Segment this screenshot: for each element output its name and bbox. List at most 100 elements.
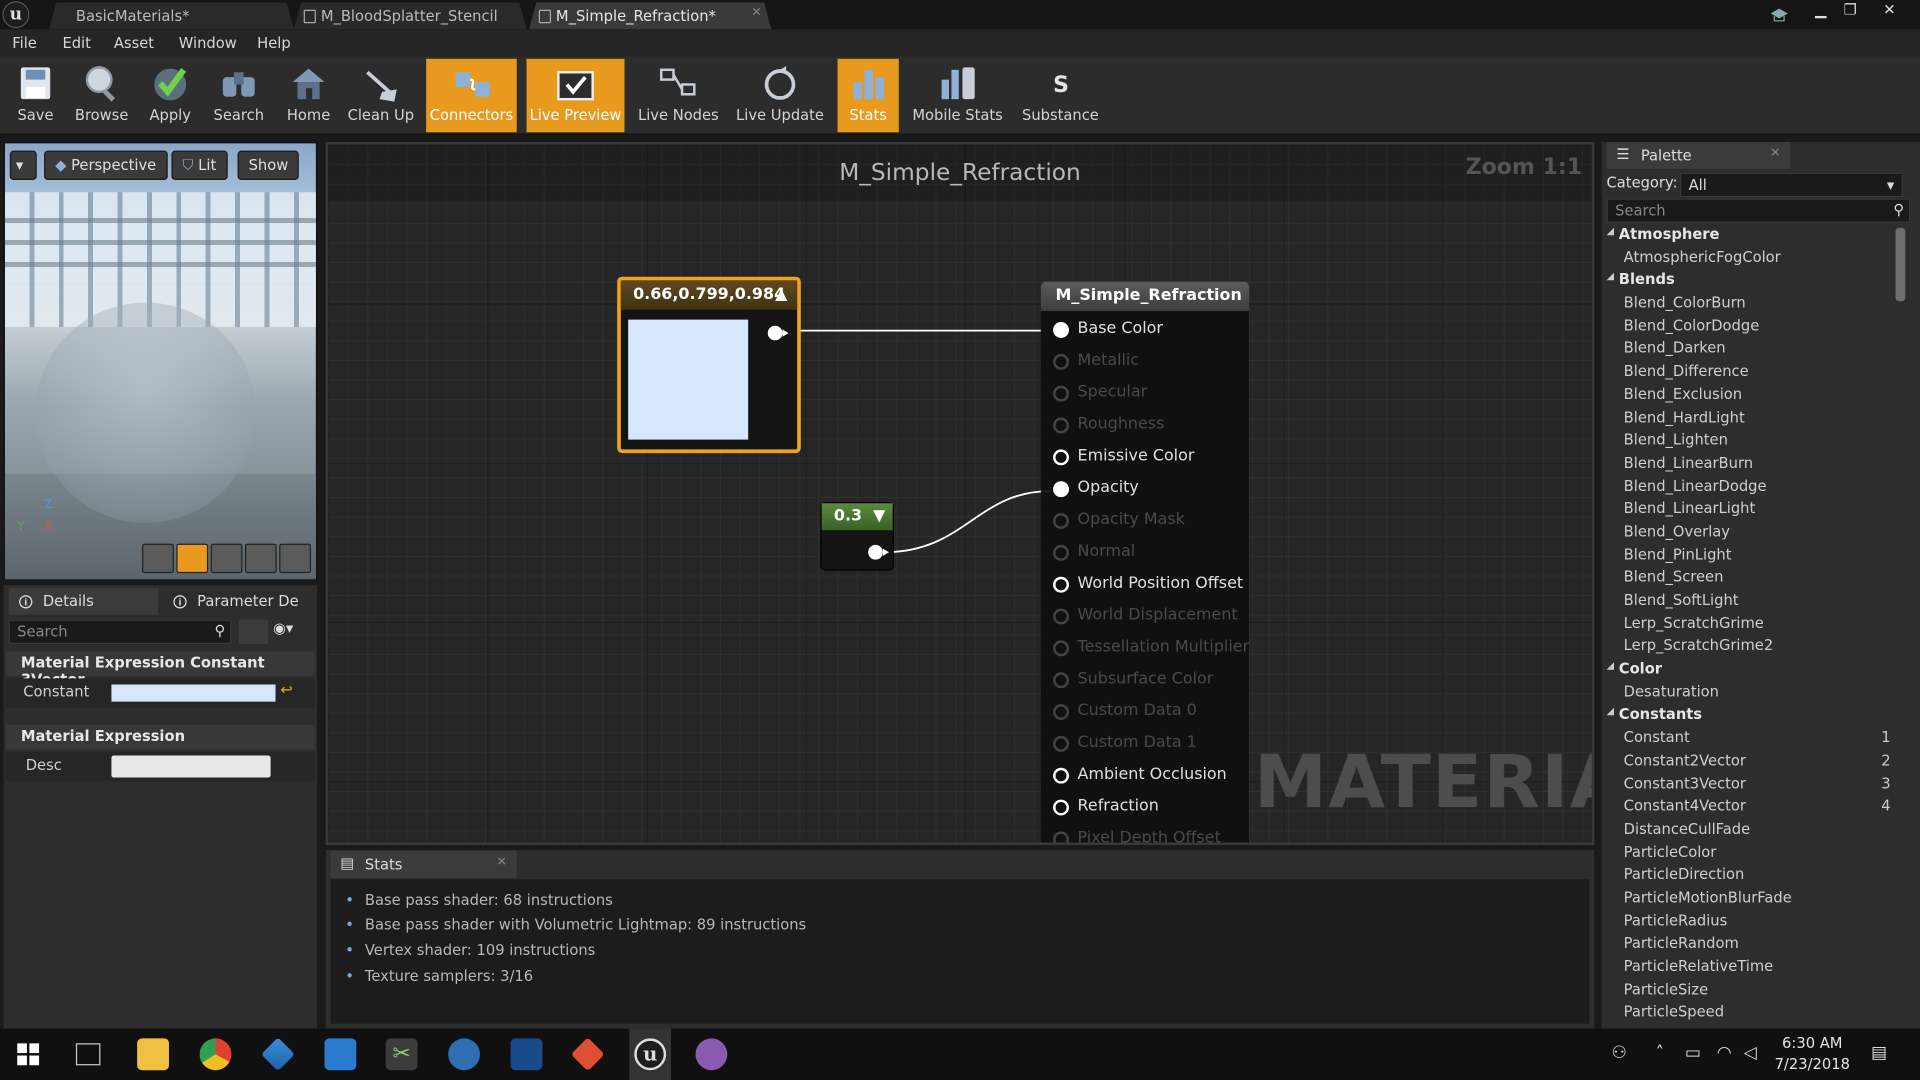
output-pin[interactable] bbox=[868, 544, 889, 560]
palette-scrollbar[interactable] bbox=[1895, 227, 1906, 302]
palette-item[interactable]: ParticleMotionBlurFade bbox=[1607, 889, 1896, 912]
plane-preview-button[interactable] bbox=[210, 543, 243, 574]
substance-button[interactable]: S Substance bbox=[1019, 59, 1102, 132]
tab-parameter-defaults[interactable]: 🛈 Parameter De bbox=[163, 588, 315, 615]
palette-item[interactable]: Blend_Overlay bbox=[1607, 523, 1896, 546]
tab-m-simple-refraction[interactable]: M_Simple_Refraction* ✕ bbox=[529, 2, 771, 29]
lit-button[interactable]: ⛉ Lit bbox=[171, 150, 228, 181]
palette-item[interactable]: ParticleSize bbox=[1607, 980, 1896, 1003]
unreal-engine-taskbar-active[interactable]: u bbox=[629, 1028, 672, 1080]
close-icon[interactable]: ✕ bbox=[1770, 147, 1780, 160]
palette-item[interactable]: Constant4Vector 4 bbox=[1607, 797, 1896, 820]
palette-item[interactable]: Blend_Lighten bbox=[1607, 431, 1896, 454]
palette-item[interactable]: Blend_ColorDodge bbox=[1607, 317, 1896, 340]
expand-down-icon[interactable]: ▼ bbox=[873, 507, 885, 525]
stats-button[interactable]: Stats bbox=[837, 58, 899, 133]
volume-icon[interactable]: ◁ bbox=[1744, 1043, 1757, 1063]
tab-close-icon[interactable]: ✕ bbox=[751, 6, 761, 19]
constant-scalar-node[interactable]: 0.3 ▼ bbox=[820, 502, 894, 571]
source-control-icon[interactable] bbox=[1768, 5, 1790, 22]
thunderbird-icon[interactable] bbox=[448, 1038, 481, 1071]
collapse-arrow-icon[interactable]: ◢ bbox=[1607, 706, 1615, 717]
sourcetree-icon[interactable] bbox=[261, 1037, 295, 1072]
palette-item[interactable]: ParticleRadius bbox=[1607, 912, 1896, 935]
chrome-icon[interactable] bbox=[199, 1038, 232, 1071]
apply-button[interactable]: Apply bbox=[140, 59, 201, 132]
palette-search-input[interactable]: Search ⚲ bbox=[1606, 198, 1911, 223]
menu-help[interactable]: Help bbox=[257, 34, 291, 51]
live-update-button[interactable]: Live Update bbox=[735, 59, 826, 132]
palette-item[interactable]: Blend_HardLight bbox=[1607, 408, 1896, 431]
snipping-tool-icon[interactable]: ✂ bbox=[385, 1038, 418, 1071]
browse-button[interactable]: Browse bbox=[71, 59, 132, 132]
notifications-icon[interactable]: ▤ bbox=[1871, 1043, 1887, 1063]
palette-item[interactable]: Constant 1 bbox=[1607, 729, 1896, 752]
view-options-grid-icon[interactable] bbox=[238, 619, 269, 645]
desc-input[interactable] bbox=[111, 755, 271, 778]
section-material-expression-constant-3vector[interactable]: Material Expression Constant 3Vector bbox=[6, 651, 315, 688]
palette-category[interactable]: ◢ Color bbox=[1607, 660, 1896, 683]
palette-item[interactable]: Blend_SoftLight bbox=[1607, 591, 1896, 614]
git-icon[interactable] bbox=[570, 1037, 605, 1072]
constant-color-swatch[interactable] bbox=[111, 684, 276, 702]
material-result-node[interactable]: M_Simple_Refraction Base Color Metallic … bbox=[1040, 281, 1249, 843]
close-icon[interactable]: ✕ bbox=[497, 856, 507, 869]
menu-edit[interactable]: Edit bbox=[62, 34, 90, 51]
close-icon[interactable]: ✕ bbox=[1876, 1, 1903, 21]
palette-item[interactable]: Constant2Vector 2 bbox=[1607, 752, 1896, 775]
viewport-options-dropdown[interactable]: ▾ bbox=[9, 150, 37, 181]
collapse-arrow-icon[interactable]: ◢ bbox=[1607, 660, 1615, 671]
palette-item[interactable]: Constant3Vector 3 bbox=[1607, 774, 1896, 797]
palette-item[interactable]: Blend_ColorBurn bbox=[1607, 294, 1896, 317]
collapse-arrow-icon[interactable]: ◢ bbox=[1607, 271, 1615, 282]
reset-to-default-icon[interactable]: ↩ bbox=[280, 681, 292, 698]
palette-item[interactable]: ParticleRandom bbox=[1607, 935, 1896, 958]
palette-item[interactable]: Blend_Difference bbox=[1607, 363, 1896, 386]
tab-m-bloodsplatter-stencil[interactable]: M_BloodSplatter_Stencil bbox=[294, 2, 527, 29]
preview-viewport[interactable]: ▾ ◆ Perspective ⛉ Lit Show Z Y X bbox=[3, 142, 318, 581]
save-button[interactable]: Save bbox=[5, 59, 66, 132]
amazon-music-icon[interactable] bbox=[510, 1038, 543, 1071]
palette-item[interactable]: AtmosphericFogColor bbox=[1607, 248, 1896, 271]
tab-palette[interactable]: ☰ Palette ✕ bbox=[1606, 142, 1791, 169]
details-search-input[interactable]: Search ⚲ bbox=[8, 619, 232, 645]
palette-item[interactable]: ParticleRelativeTime bbox=[1607, 958, 1896, 981]
cube-preview-button[interactable] bbox=[244, 543, 277, 574]
palette-item[interactable]: ParticleSpeed bbox=[1607, 1003, 1896, 1021]
collapse-arrow-icon[interactable]: ◢ bbox=[1607, 225, 1615, 236]
show-button[interactable]: Show bbox=[237, 150, 300, 181]
material-graph-canvas[interactable]: M_Simple_Refraction Zoom 1:1 MATERIAL 0.… bbox=[325, 142, 1595, 845]
menu-asset[interactable]: Asset bbox=[114, 34, 154, 51]
palette-category[interactable]: ◢ Atmosphere bbox=[1607, 225, 1896, 248]
connectors-button[interactable]: Connectors bbox=[426, 58, 517, 133]
battery-icon[interactable]: ▭ bbox=[1685, 1043, 1701, 1063]
palette-item[interactable]: Desaturation bbox=[1607, 683, 1896, 706]
category-select[interactable]: All ▾ bbox=[1680, 172, 1903, 198]
file-explorer-icon[interactable] bbox=[137, 1038, 169, 1071]
minimize-icon[interactable]: ▁ bbox=[1807, 1, 1834, 21]
collapse-up-icon[interactable]: ▲ bbox=[775, 285, 787, 303]
restore-icon[interactable]: ❐ bbox=[1837, 1, 1864, 21]
menu-window[interactable]: Window bbox=[179, 34, 237, 51]
sphere-preview-button[interactable] bbox=[176, 543, 209, 574]
task-view-icon[interactable] bbox=[75, 1043, 101, 1066]
visibility-eye-icon[interactable]: ◉▾ bbox=[273, 620, 312, 644]
clean-up-button[interactable]: Clean Up bbox=[345, 59, 416, 132]
palette-item[interactable]: Lerp_ScratchGrime bbox=[1607, 614, 1896, 637]
github-icon[interactable] bbox=[695, 1038, 728, 1071]
chevron-up-icon[interactable]: ˄ bbox=[1656, 1043, 1665, 1063]
tab-stats[interactable]: ▤ Stats ✕ bbox=[330, 851, 517, 878]
palette-category[interactable]: ◢ Constants bbox=[1607, 706, 1896, 729]
palette-item[interactable]: Blend_LinearBurn bbox=[1607, 454, 1896, 477]
palette-item[interactable]: Blend_Exclusion bbox=[1607, 385, 1896, 408]
start-icon[interactable] bbox=[17, 1043, 40, 1070]
palette-category[interactable]: ◢ Blends bbox=[1607, 271, 1896, 294]
mobile-stats-button[interactable]: Mobile Stats bbox=[911, 59, 1004, 132]
cylinder-preview-button[interactable] bbox=[142, 543, 174, 574]
palette-item[interactable]: ParticleDirection bbox=[1607, 866, 1896, 889]
live-nodes-button[interactable]: Live Nodes bbox=[634, 59, 722, 132]
palette-item[interactable]: Blend_LinearDodge bbox=[1607, 477, 1896, 500]
wifi-icon[interactable]: ◠ bbox=[1717, 1043, 1732, 1063]
palette-item[interactable]: Blend_Screen bbox=[1607, 569, 1896, 592]
search-button[interactable]: Search bbox=[208, 59, 269, 132]
